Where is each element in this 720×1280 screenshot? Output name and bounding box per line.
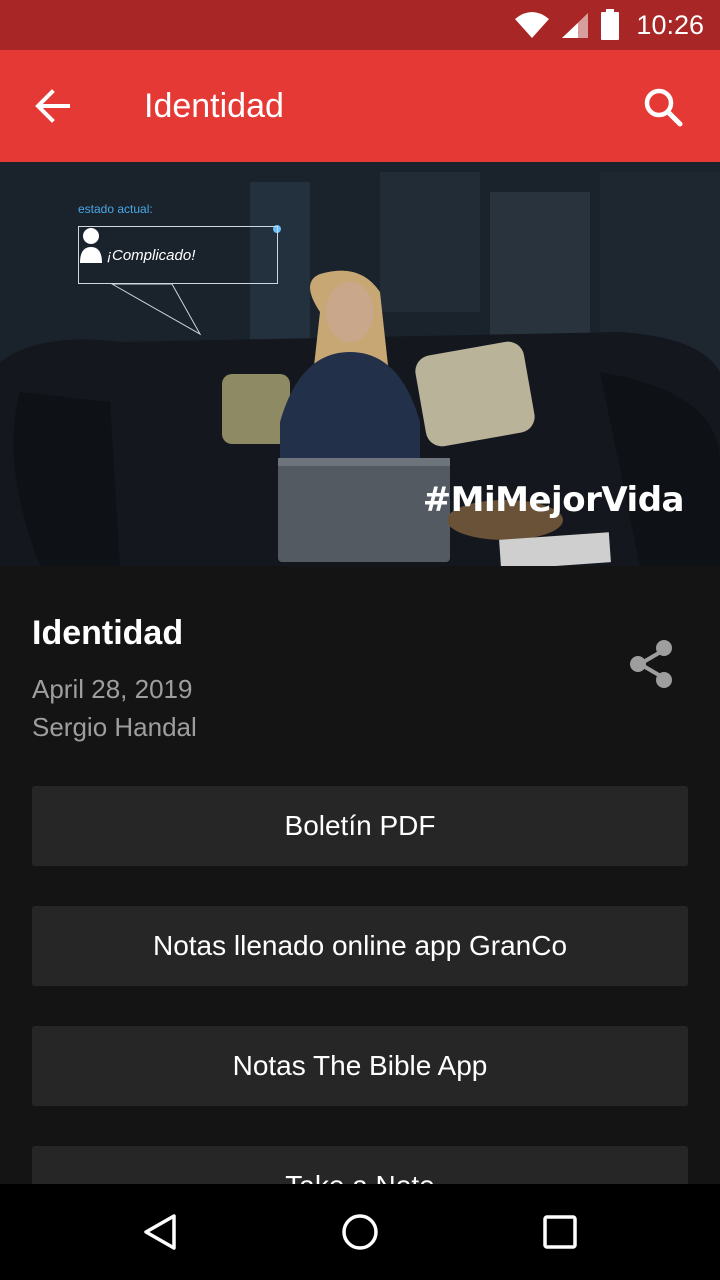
battery-icon (600, 9, 620, 41)
take-note-button[interactable]: Take a Note (32, 1146, 688, 1184)
back-arrow-icon[interactable] (30, 84, 74, 128)
nav-home-icon[interactable] (340, 1212, 380, 1252)
nav-back-icon[interactable] (140, 1212, 180, 1252)
app-bar: Identidad (0, 50, 720, 162)
hero-status-caption: estado actual: (78, 202, 153, 216)
search-icon[interactable] (640, 84, 686, 130)
page-title: Identidad (144, 87, 284, 125)
share-icon[interactable] (626, 638, 678, 690)
wifi-icon (514, 11, 550, 39)
sermon-date: April 28, 2019 (32, 674, 193, 704)
hero-bubble-text: ¡Complicado! (107, 246, 196, 264)
status-bar: 10:26 (0, 0, 720, 50)
signal-icon (560, 11, 590, 39)
sermon-title: Identidad (32, 614, 184, 652)
bulletin-pdf-button[interactable]: Boletín PDF (32, 786, 688, 866)
system-nav-bar (0, 1184, 720, 1280)
status-time: 10:26 (636, 9, 704, 40)
nav-recents-icon[interactable] (540, 1212, 580, 1252)
online-notes-button[interactable]: Notas llenado online app GranCo (32, 906, 688, 986)
bible-app-notes-button[interactable]: Notas The Bible App (32, 1026, 688, 1106)
hero-speech-bubble: ¡Complicado! (78, 226, 278, 284)
hero-hashtag: #MiMejorVida (422, 480, 685, 520)
sermon-details: Identidad April 28, 2019 Sergio Handal B… (0, 566, 720, 1184)
hero-image: estado actual: ¡Complicado! #MiMejorVida (0, 162, 720, 566)
sermon-author: Sergio Handal (32, 712, 197, 742)
